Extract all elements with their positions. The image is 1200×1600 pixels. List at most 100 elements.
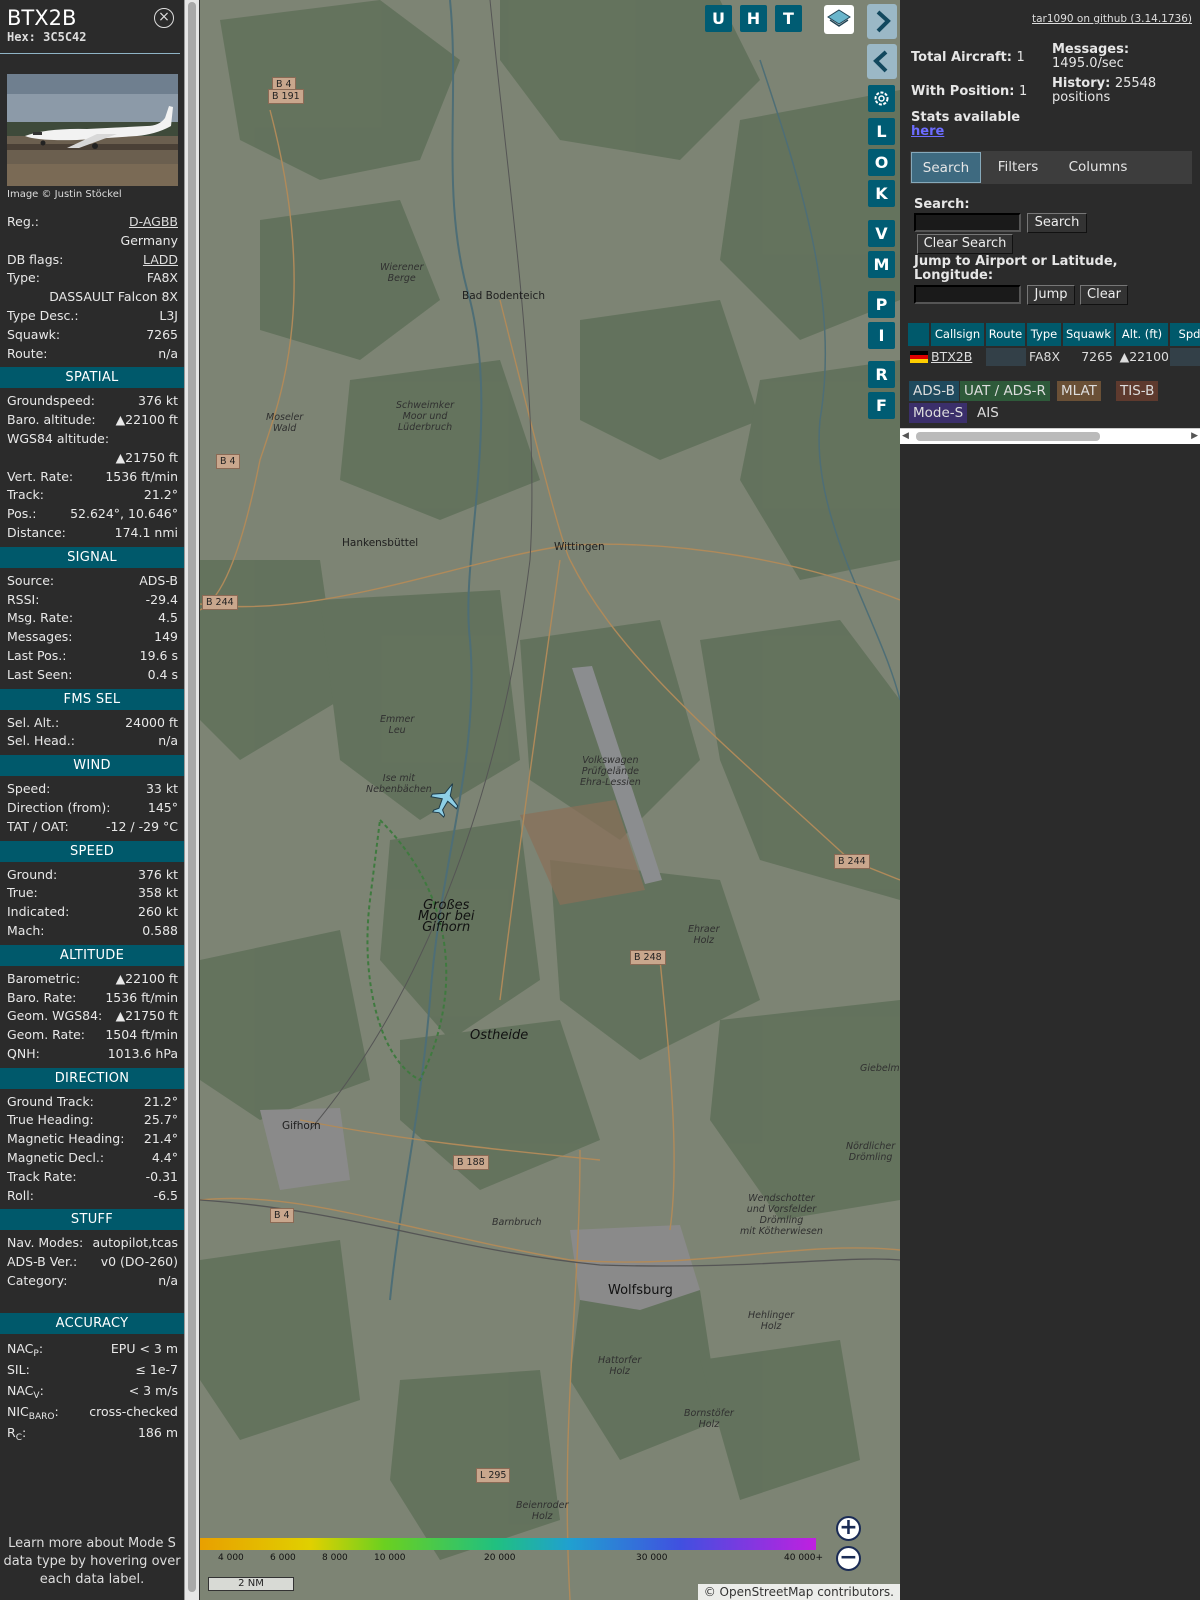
map-button-r[interactable]: R: [868, 361, 895, 388]
flag-germany-image: [910, 351, 928, 363]
jump-label: Jump to Airport or Latitude, Longitude:: [914, 254, 1118, 283]
map-button-u[interactable]: U: [705, 5, 732, 32]
photo-credit: Image © Justin Stöckel: [7, 189, 122, 200]
search-input[interactable]: [914, 213, 1021, 232]
tab-columns[interactable]: Columns: [1055, 152, 1141, 183]
altitude-scale-tick: 6 000: [270, 1553, 296, 1563]
legend-ais[interactable]: AIS: [973, 403, 1003, 423]
column-altitude[interactable]: Alt. (ft): [1116, 323, 1169, 346]
map-button-i[interactable]: I: [868, 322, 895, 349]
jump-input[interactable]: [914, 285, 1021, 304]
collapse-panel-button[interactable]: [867, 44, 897, 79]
close-icon[interactable]: ×: [154, 8, 174, 28]
info-row: Source: ADS-B: [0, 572, 184, 591]
column-squawk[interactable]: Squawk: [1063, 323, 1115, 346]
expand-panel-button[interactable]: [867, 4, 897, 39]
scroll-left-icon[interactable]: ◀: [902, 431, 909, 441]
column-callsign[interactable]: Callsign: [931, 323, 985, 346]
map-place-label: Bad Bodenteich: [462, 290, 545, 302]
legend-mode-s[interactable]: Mode-S: [909, 403, 968, 423]
sidebar-scroll-thumb[interactable]: [188, 2, 196, 1592]
map-place-label: Bornstöfer Holz: [684, 1408, 734, 1430]
info-row-label: Squawk:: [7, 326, 61, 342]
stats-link[interactable]: here: [911, 125, 1020, 139]
map[interactable]: Wierener Berge Bad Bodenteich Moseler Wald…: [200, 0, 900, 1600]
info-row: DASSAULT Falcon 8X: [0, 288, 184, 307]
info-row-value: 260 kt: [138, 904, 178, 920]
info-row: DB flags: LADD: [0, 251, 184, 270]
map-button-l[interactable]: L: [868, 118, 895, 145]
altitude-scale-tick: 40 000+: [784, 1553, 824, 1563]
map-button-m[interactable]: M: [868, 251, 895, 278]
column-flag[interactable]: [908, 323, 930, 346]
map-attribution[interactable]: © OpenStreetMap contributors.: [697, 1584, 900, 1600]
info-row: Speed: 33 kt: [0, 780, 184, 799]
accuracy-value: EPU < 3 m: [110, 1340, 178, 1356]
clear-button[interactable]: Clear: [1080, 285, 1128, 305]
info-row-value: v0 (DO-260): [100, 1254, 178, 1270]
map-button-h[interactable]: H: [740, 5, 767, 32]
github-link[interactable]: tar1090 on github (3.14.1736): [1032, 13, 1192, 25]
map-button-f[interactable]: F: [868, 392, 895, 419]
search-button[interactable]: Search: [1027, 213, 1087, 233]
settings-button[interactable]: [868, 85, 895, 112]
table-horizontal-scrollbar[interactable]: ◀ ▶: [900, 428, 1200, 444]
info-row-label: Last Pos.:: [7, 647, 67, 663]
tab-search[interactable]: Search: [911, 152, 981, 183]
info-row: Baro. Rate: 1536 ft/min: [0, 989, 184, 1008]
accuracy-label-text: NAC: [7, 1340, 34, 1356]
sidebar-scrollbar[interactable]: [184, 0, 199, 1600]
column-type[interactable]: Type: [1027, 323, 1062, 346]
total-aircraft-label: Total Aircraft:: [911, 50, 1012, 65]
section-header: SPEED: [0, 840, 184, 862]
info-row: Direction (from): 145°: [0, 799, 184, 818]
messages-value: 1495.0/sec: [1052, 56, 1124, 71]
row-callsign[interactable]: BTX2B: [931, 348, 985, 366]
info-row-label: Reg.:: [7, 214, 39, 229]
info-row-value: 145°: [147, 799, 178, 815]
layers-button[interactable]: [824, 5, 854, 34]
table-scroll-thumb[interactable]: [916, 432, 1100, 441]
info-row-value: ▲21750 ft: [115, 449, 178, 465]
map-place-label: Barnbruch: [492, 1217, 542, 1228]
accuracy-label-subscript: V: [33, 1390, 40, 1401]
tab-filters[interactable]: Filters: [985, 152, 1051, 183]
map-place-label: Volkswagen Prüfgelände Ehra-Lessien: [580, 755, 641, 788]
info-row-value: L3J: [159, 307, 178, 323]
map-place-label: Wierener Berge: [380, 262, 424, 284]
gear-icon: [874, 91, 889, 106]
scroll-right-icon[interactable]: ▶: [1191, 431, 1198, 441]
column-speed[interactable]: Spd: [1170, 323, 1200, 346]
info-row: Baro. altitude: ▲22100 ft: [0, 411, 184, 430]
map-button-t[interactable]: T: [775, 5, 802, 32]
info-row-label: Msg. Rate:: [7, 610, 74, 626]
column-route[interactable]: Route: [986, 323, 1026, 346]
map-button-p[interactable]: P: [868, 291, 895, 318]
map-button-v[interactable]: V: [868, 220, 895, 247]
chevron-right-icon: [876, 10, 891, 33]
info-row: WGS84 altitude:: [0, 430, 184, 449]
zoom-out-button[interactable]: −: [836, 1546, 861, 1571]
aircraft-photo[interactable]: [7, 74, 178, 186]
info-row-value[interactable]: LADD: [143, 251, 178, 270]
history-stat: History: 25548 positions: [1052, 77, 1192, 105]
legend-tis-b[interactable]: TIS-B: [1116, 381, 1159, 401]
clear-search-button[interactable]: Clear Search: [917, 234, 1013, 254]
info-row: Geom. Rate: 1504 ft/min: [0, 1026, 184, 1045]
accuracy-row: SIL: ≤ 1e-7: [0, 1359, 184, 1380]
info-row-label: Magnetic Decl.:: [7, 1150, 105, 1166]
legend-ads-b[interactable]: ADS-B: [909, 381, 959, 401]
zoom-in-button[interactable]: +: [836, 1516, 861, 1541]
info-row-value: 52.624°, 10.646°: [70, 506, 178, 522]
layers-icon: [827, 9, 851, 27]
info-row-value[interactable]: D-AGBB: [129, 213, 178, 232]
map-button-k[interactable]: K: [868, 180, 895, 207]
map-place-label: Schweimker Moor und Lüderbruch: [396, 400, 455, 433]
jump-button[interactable]: Jump: [1027, 285, 1075, 305]
map-button-o[interactable]: O: [868, 149, 895, 176]
info-row: Last Seen: 0.4 s: [0, 666, 184, 685]
legend-uat-ads-r[interactable]: UAT / ADS-R: [960, 381, 1050, 401]
legend-mlat[interactable]: MLAT: [1057, 381, 1101, 401]
with-position-label: With Position:: [911, 84, 1015, 99]
info-row-label: RSSI:: [7, 591, 40, 607]
